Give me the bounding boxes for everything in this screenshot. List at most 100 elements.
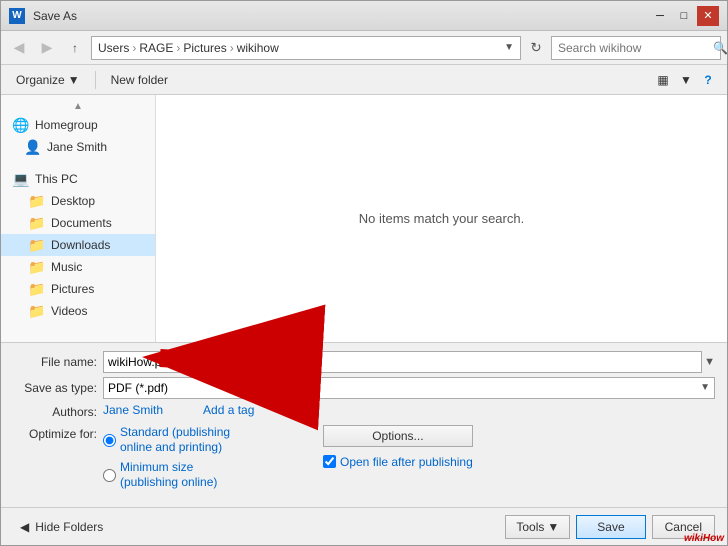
open-after-label[interactable]: Open file after publishing [340,455,473,469]
title-bar: W Save As ─ □ ✕ [1,1,727,31]
view-icon[interactable]: ▦ [651,69,675,91]
sidebar-item-homegroup[interactable]: 🌐 Homegroup [1,114,155,136]
organize-button[interactable]: Organize ▼ [9,70,87,90]
window-controls: ─ □ ✕ [649,6,719,26]
sidebar-item-homegroup-label: Homegroup [35,118,98,132]
minimize-button[interactable]: ─ [649,6,671,26]
dialog-footer: ◀ Hide Folders Tools ▼ Save Cancel [1,507,727,545]
sidebar-item-music[interactable]: 📁 Music [1,256,155,278]
maximize-button[interactable]: □ [673,6,695,26]
savetype-dropdown[interactable]: PDF (*.pdf) ▼ [103,377,715,399]
sidebar-item-downloads-label: Downloads [51,238,110,252]
up-button[interactable]: ↑ [63,36,87,60]
word-icon: W [9,8,25,24]
open-after-checkbox[interactable] [323,455,336,468]
sidebar-item-jane-smith[interactable]: 👤 Jane Smith [1,136,155,158]
sidebar-item-documents[interactable]: 📁 Documents [1,212,155,234]
optimize-minimum-text: Minimum size(publishing online) [120,460,217,490]
path-arrow-3: › [230,41,234,55]
forward-button[interactable]: ▶ [35,36,59,60]
path-dropdown-arrow[interactable]: ▼ [504,42,514,53]
desktop-folder-icon: 📁 [29,193,45,209]
optimize-minimum-radio[interactable] [103,469,116,482]
refresh-button[interactable]: ↻ [525,37,547,59]
main-area: ▲ 🌐 Homegroup 👤 Jane Smith [1,95,727,342]
hide-folders-arrow-icon: ◀ [20,520,29,534]
help-button[interactable]: ? [697,69,719,91]
savetype-dropdown-arrow: ▼ [700,382,710,393]
add-tag-link[interactable]: Add a tag [203,403,254,417]
sidebar-item-thispc[interactable]: 💻 This PC [1,168,155,190]
optimize-section: Optimize for: Standard (publishingonline… [13,425,715,499]
optimize-standard-label[interactable]: Standard (publishingonline and printing) [120,425,230,456]
toolbar: Organize ▼ New folder ▦ ▼ ? [1,65,727,95]
new-folder-button[interactable]: New folder [104,70,175,90]
filename-label: File name: [13,355,103,369]
optimize-minimum-label[interactable]: Minimum size(publishing online) [120,460,217,491]
filename-row: File name: ▼ [13,351,715,373]
path-arrow-2: › [176,41,180,55]
back-button[interactable]: ◀ [7,36,31,60]
sidebar-item-videos[interactable]: 📁 Videos [1,300,155,322]
options-button[interactable]: Options... [323,425,473,447]
savetype-value: PDF (*.pdf) [108,381,168,395]
tools-button[interactable]: Tools ▼ [505,515,570,539]
optimize-standard-radio[interactable] [103,434,116,447]
authors-label: Authors: [13,403,103,419]
filename-input-wrapper [103,351,702,373]
authors-row: Authors: Jane Smith Add a tag [13,403,715,419]
hide-folders-button[interactable]: ◀ Hide Folders [13,517,110,537]
documents-folder-icon: 📁 [29,215,45,231]
hide-folders-label: Hide Folders [35,520,103,534]
search-input[interactable] [558,41,713,55]
savetype-row: Save as type: PDF (*.pdf) ▼ [13,377,715,399]
search-icon[interactable]: 🔍 [713,41,728,55]
sidebar-item-videos-label: Videos [51,304,87,318]
view-dropdown-arrow[interactable]: ▼ [679,69,693,91]
sidebar-spacer [1,160,155,168]
sidebar: ▲ 🌐 Homegroup 👤 Jane Smith [1,95,156,342]
pictures-folder-icon: 📁 [29,281,45,297]
path-segment-wikihow: wikihow [237,41,279,55]
user-icon: 👤 [25,139,41,155]
address-bar: ◀ ▶ ↑ Users › RAGE › Pictures › wikihow … [1,31,727,65]
sidebar-item-jane-smith-label: Jane Smith [47,140,107,154]
tools-arrow-icon: ▼ [547,520,559,534]
path-segment-users: Users [98,41,129,55]
close-button[interactable]: ✕ [697,6,719,26]
sidebar-item-desktop-label: Desktop [51,194,95,208]
save-form: File name: ▼ Save as type: PDF (*.pdf) ▼… [1,342,727,507]
sidebar-item-pictures[interactable]: 📁 Pictures [1,278,155,300]
new-folder-label: New folder [111,73,168,87]
author-link[interactable]: Jane Smith [103,403,163,417]
savetype-label: Save as type: [13,381,103,395]
sidebar-item-thispc-label: This PC [35,172,78,186]
optimize-minimum-row: Minimum size(publishing online) [103,460,303,491]
wikihow-watermark: wikiHow [684,533,724,544]
filename-dropdown-arrow[interactable]: ▼ [702,356,715,368]
address-path[interactable]: Users › RAGE › Pictures › wikihow ▼ [91,36,521,60]
sidebar-item-music-label: Music [51,260,82,274]
organize-arrow-icon: ▼ [68,73,80,87]
search-box: 🔍 [551,36,721,60]
toolbar-separator [95,71,96,89]
homegroup-icon: 🌐 [13,117,29,133]
toolbar-right: ▦ ▼ ? [651,69,719,91]
sidebar-item-desktop[interactable]: 📁 Desktop [1,190,155,212]
music-folder-icon: 📁 [29,259,45,275]
save-button[interactable]: Save [576,515,645,539]
sidebar-group-thispc: 💻 This PC 📁 Desktop 📁 Documents 📁 Downlo… [1,168,155,322]
sidebar-item-documents-label: Documents [51,216,112,230]
downloads-folder-icon: 📁 [29,237,45,253]
path-segment-pictures: Pictures [183,41,226,55]
sidebar-item-downloads[interactable]: 📁 Downloads [1,234,155,256]
sidebar-group-homegroup: 🌐 Homegroup 👤 Jane Smith [1,114,155,158]
authors-content: Jane Smith Add a tag [103,403,715,417]
filename-input[interactable] [108,355,697,369]
dialog-title: Save As [33,9,77,23]
open-after-publish-row: Open file after publishing [323,455,473,469]
sidebar-scroll-up[interactable]: ▲ [1,99,155,114]
right-options: Options... Open file after publishing [323,425,473,469]
optimize-label: Optimize for: [13,425,103,441]
tools-label: Tools [516,520,544,534]
